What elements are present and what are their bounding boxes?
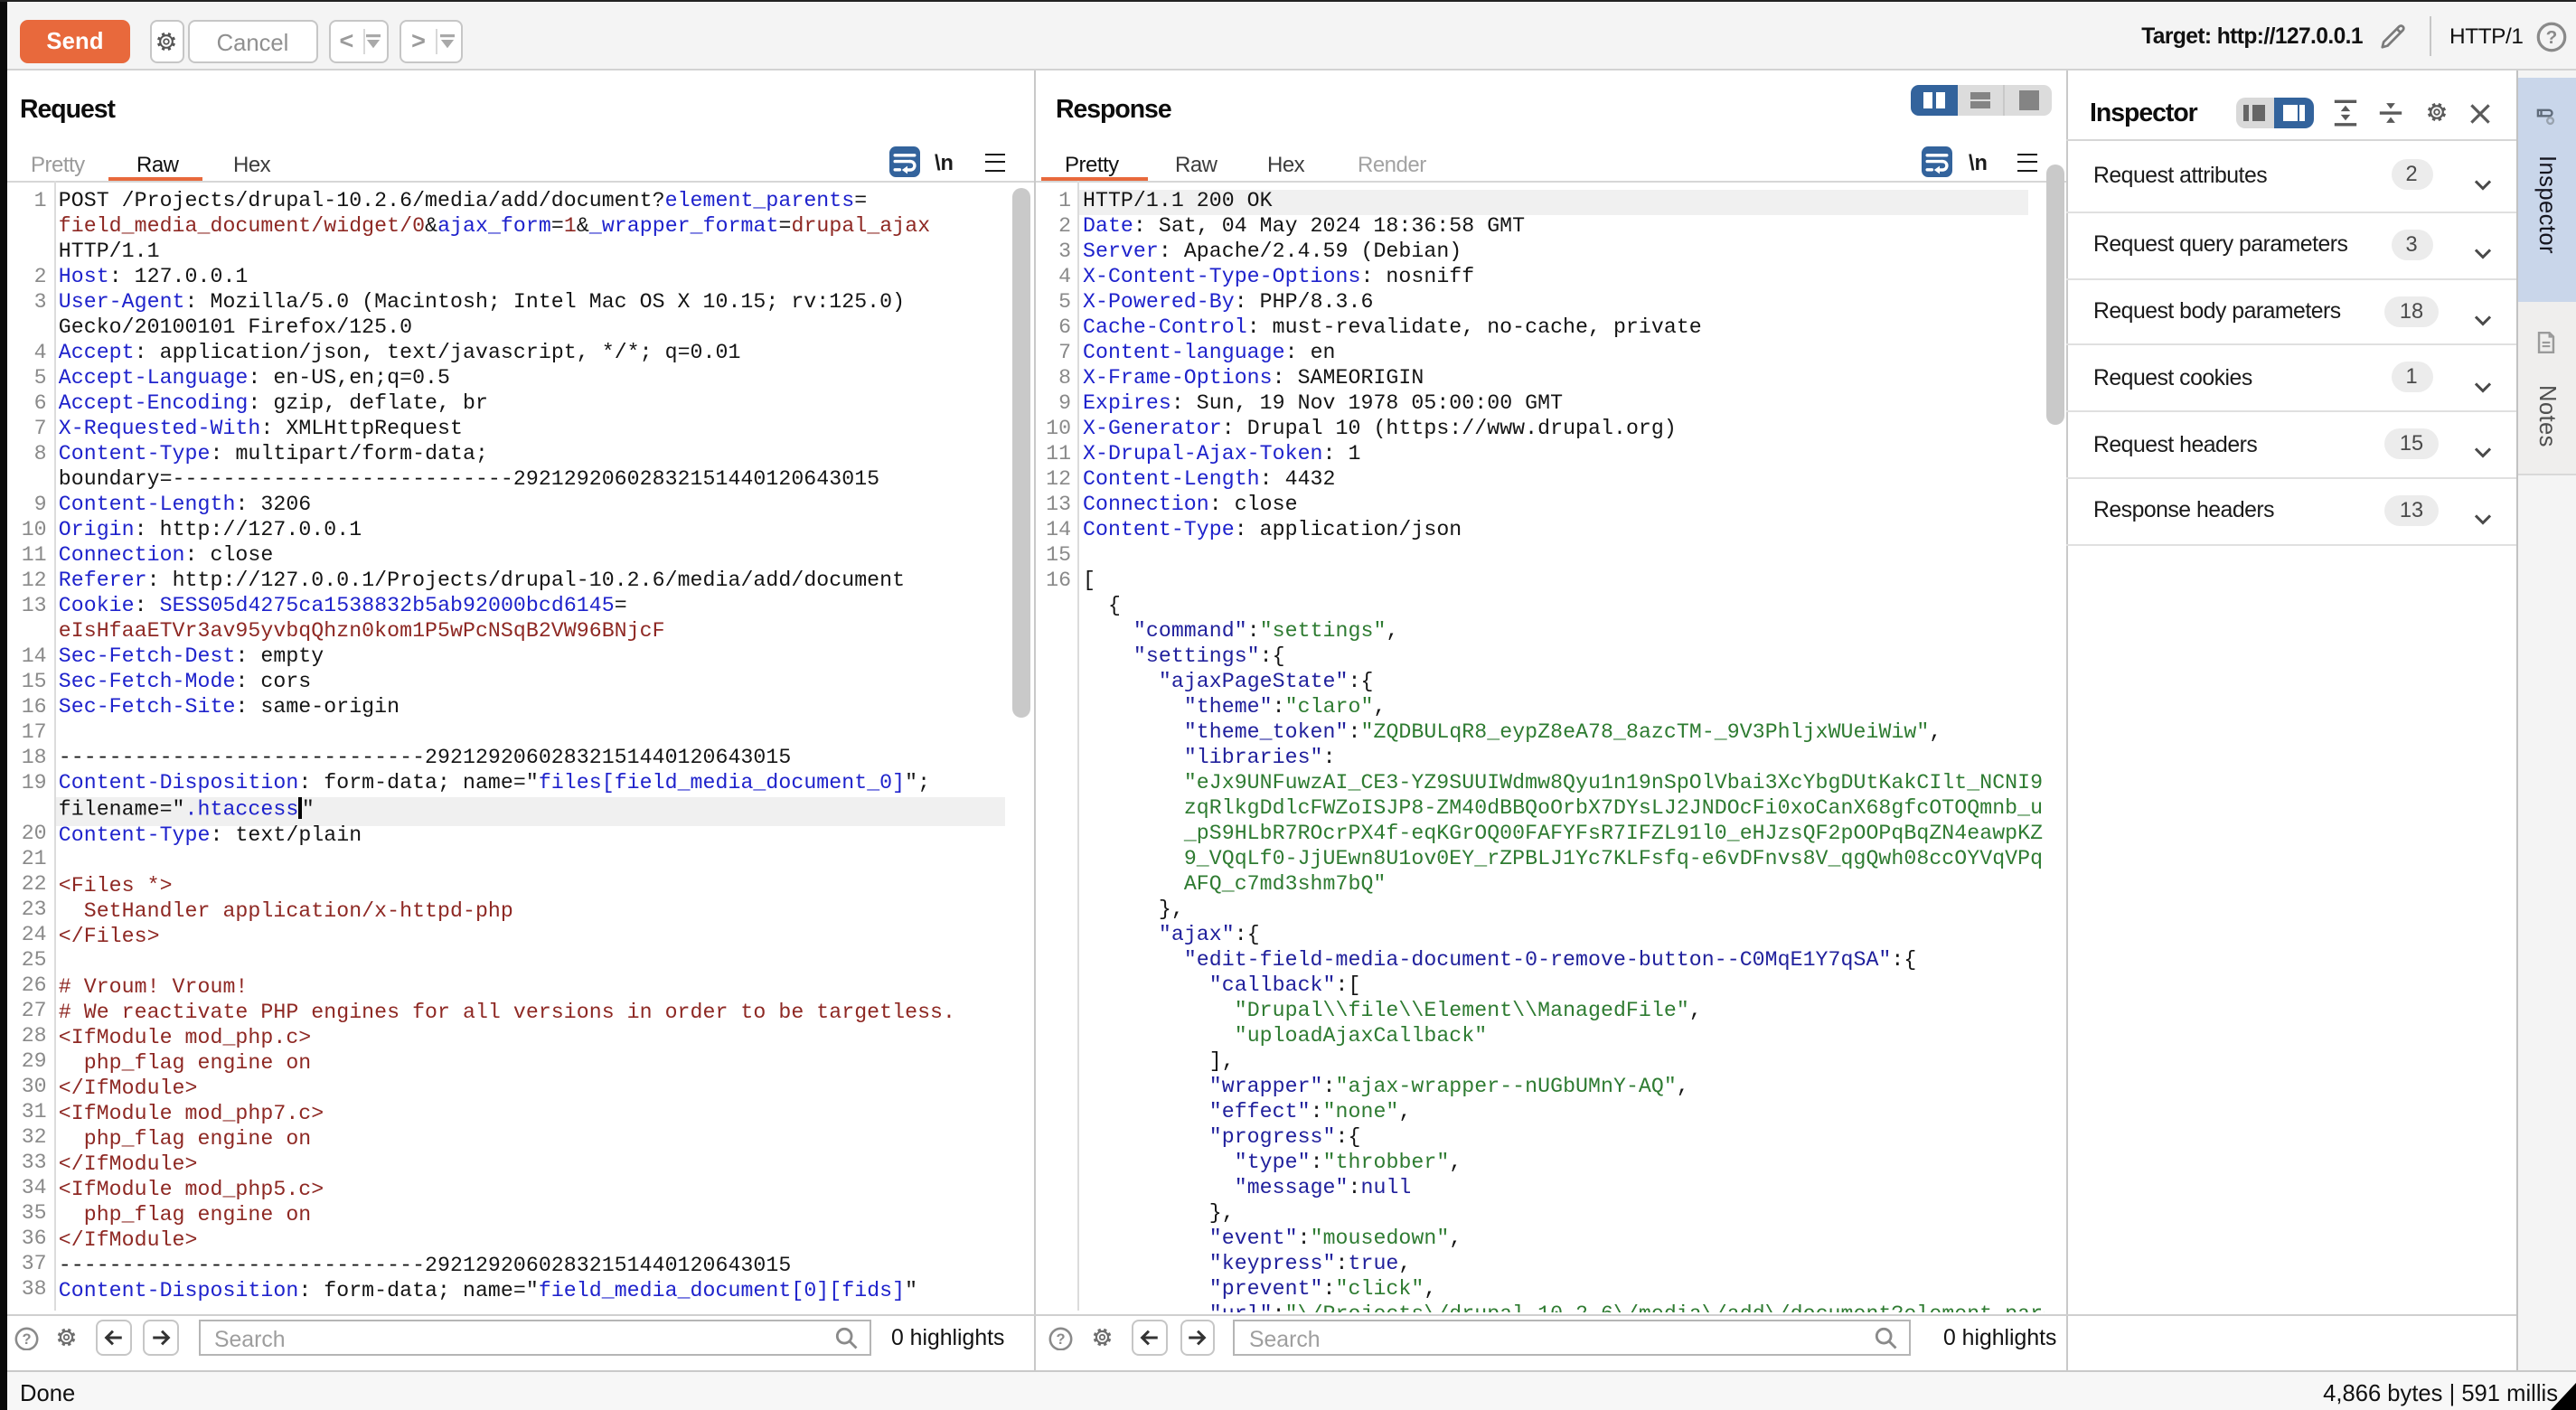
svg-text:?: ?	[22, 1330, 31, 1347]
svg-text:?: ?	[1056, 1330, 1065, 1347]
svg-text:?: ?	[2545, 26, 2557, 47]
